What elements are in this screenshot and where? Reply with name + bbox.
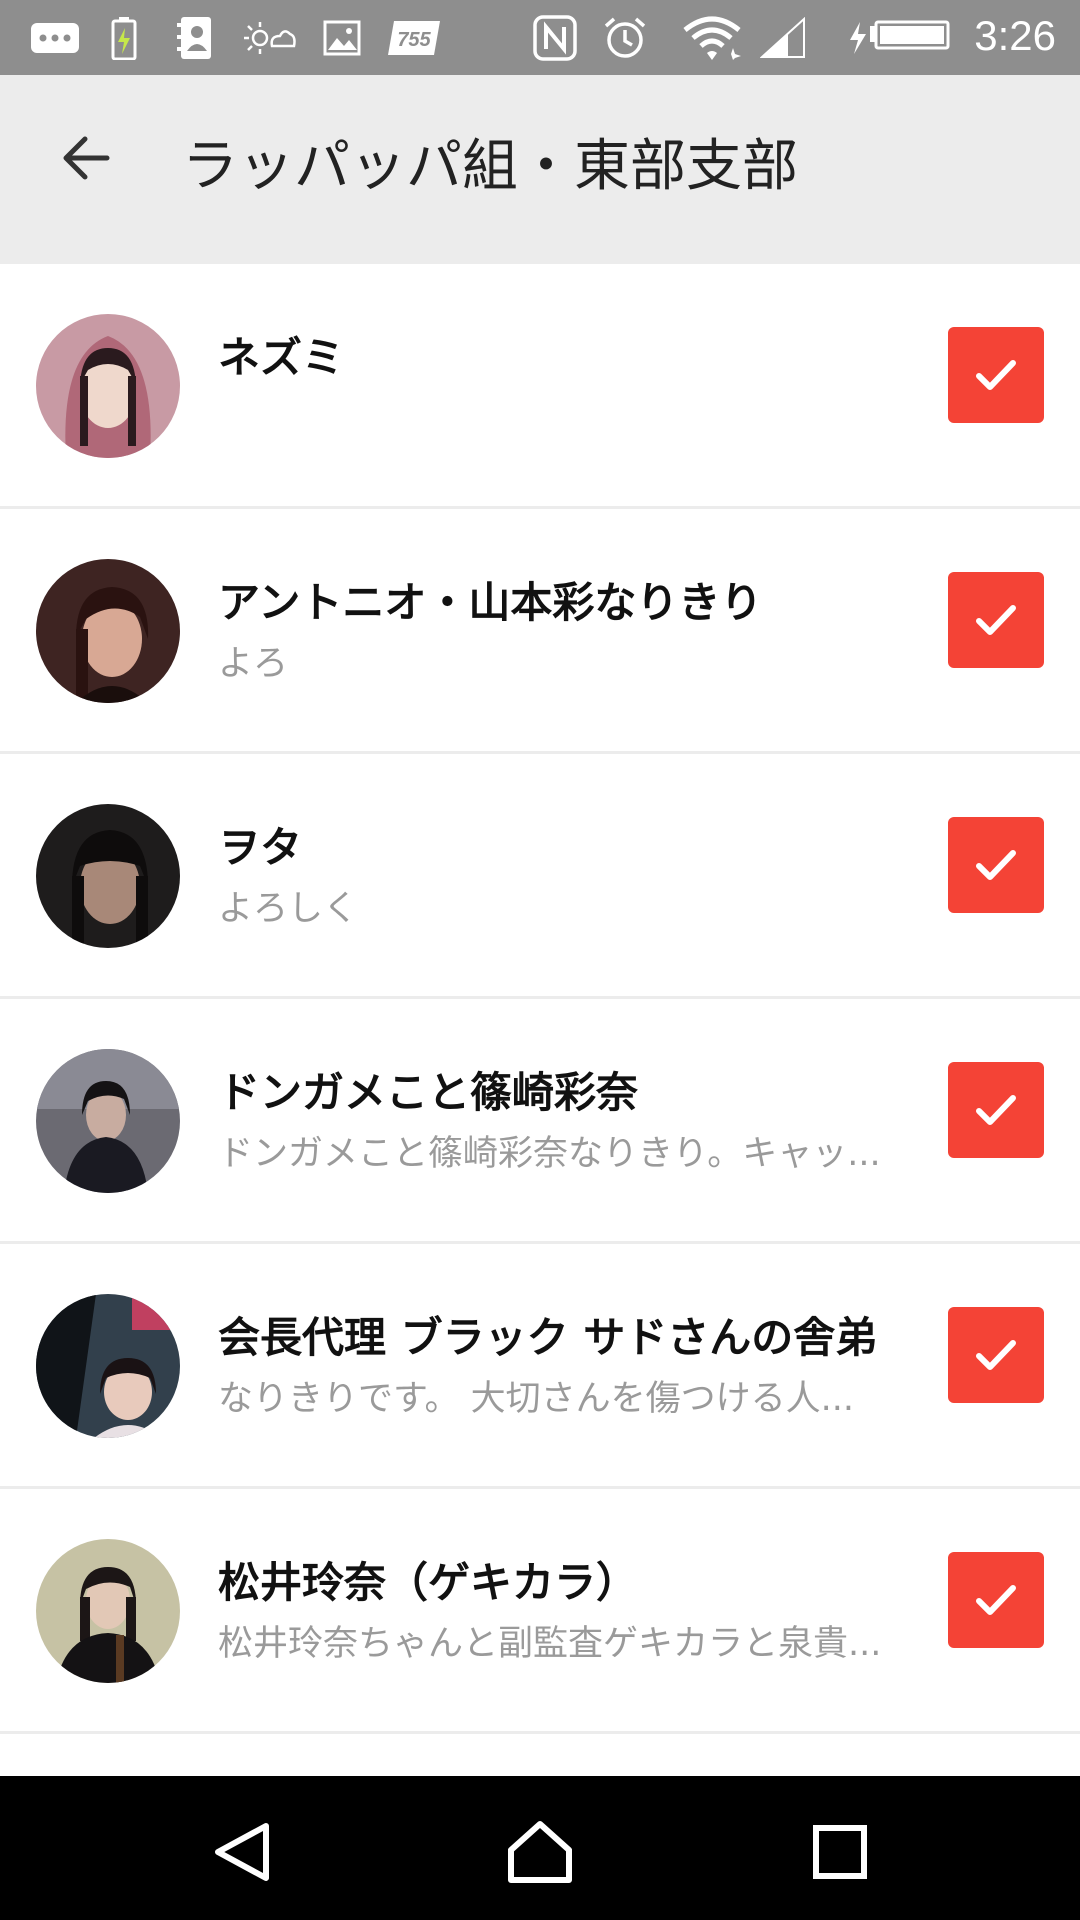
home-nav-icon [508, 1821, 572, 1883]
member-name: ヲタ [218, 823, 303, 872]
chat-icon [28, 14, 82, 62]
recents-nav-button[interactable] [800, 1812, 880, 1892]
list-item[interactable]: 会長代理 ブラック サドさんの舎弟 なりきりです。 大切さんを傷つける人... [0, 1244, 1080, 1486]
wifi-icon [682, 14, 742, 62]
avatar [36, 1294, 180, 1438]
weather-icon [244, 14, 296, 62]
recents-nav-icon [813, 1825, 867, 1879]
page-title: ラッパッパ組・東部支部 [182, 134, 798, 199]
member-description: ドンガメこと篠崎彩奈なりきり。キャッ... [218, 1134, 881, 1174]
member-description: なりきりです。 大切さんを傷つける人... [218, 1379, 855, 1419]
member-description: よろ [218, 644, 289, 684]
contacts-icon [174, 14, 216, 62]
checkmark-icon [976, 360, 1016, 390]
home-nav-button[interactable] [500, 1812, 580, 1892]
member-name: 松井玲奈（ゲキカラ） [218, 1558, 639, 1607]
avatar [36, 559, 180, 703]
checkmark-icon [976, 1340, 1016, 1370]
battery-charging-icon [108, 14, 140, 62]
back-nav-button[interactable] [202, 1812, 282, 1892]
avatar [36, 804, 180, 948]
back-nav-icon [215, 1823, 269, 1881]
status-bar: 755 3:26 [0, 0, 1080, 75]
avatar [36, 1049, 180, 1193]
list-item[interactable]: アントニオ・山本彩なりきり よろ [0, 509, 1080, 751]
list-item[interactable]: ネズミ [0, 264, 1080, 506]
checkmark-icon [976, 605, 1016, 635]
member-name: アントニオ・山本彩なりきり [218, 578, 763, 627]
member-name: 会長代理 ブラック サドさんの舎弟 [218, 1313, 878, 1362]
checkmark-icon [976, 1095, 1016, 1125]
back-button[interactable] [48, 120, 124, 196]
app-bar: ラッパッパ組・東部支部 [0, 75, 1080, 241]
list-item[interactable]: ドンガメこと篠崎彩奈 ドンガメこと篠崎彩奈なりきり。キャッ... [0, 999, 1080, 1241]
app-badge-number: 755 [397, 29, 431, 51]
list-item[interactable]: 松井玲奈（ゲキカラ） 松井玲奈ちゃんと副監査ゲキカラと泉貴... [0, 1489, 1080, 1731]
arrow-back-icon [63, 136, 110, 180]
alarm-icon [602, 14, 648, 62]
member-checkbox[interactable] [948, 1062, 1044, 1158]
member-description: よろしく [218, 889, 359, 929]
avatar [36, 1539, 180, 1683]
status-time: 3:26 [974, 12, 1056, 59]
member-checkbox[interactable] [948, 1307, 1044, 1403]
checkmark-icon [976, 1585, 1016, 1615]
member-description: 松井玲奈ちゃんと副監査ゲキカラと泉貴... [218, 1624, 882, 1664]
battery-icon [846, 14, 950, 62]
app-badge-icon: 755 [388, 14, 442, 62]
member-name: ドンガメこと篠崎彩奈 [218, 1068, 639, 1117]
member-checkbox[interactable] [948, 817, 1044, 913]
nav-bar [0, 1776, 1080, 1920]
nfc-icon [532, 14, 578, 62]
avatar [36, 314, 180, 458]
checkmark-icon [976, 850, 1016, 880]
member-checkbox[interactable] [948, 572, 1044, 668]
list-item[interactable]: ヲタ よろしく [0, 754, 1080, 996]
member-checkbox[interactable] [948, 327, 1044, 423]
image-icon [322, 14, 362, 62]
signal-icon [760, 14, 806, 62]
member-checkbox[interactable] [948, 1552, 1044, 1648]
member-name: ネズミ [218, 333, 345, 382]
